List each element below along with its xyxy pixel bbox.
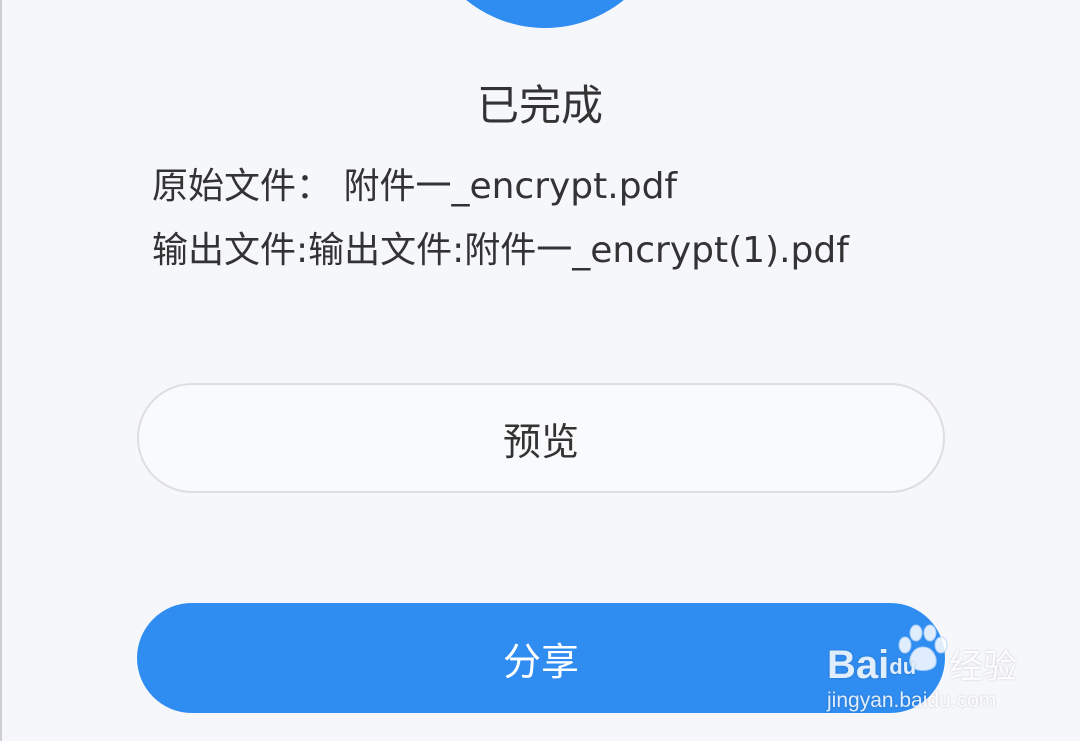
status-circle-icon	[420, 0, 670, 28]
watermark-jingyan: 经验	[949, 647, 1017, 687]
watermark-brand-du: du	[889, 654, 917, 679]
share-button-label: 分享	[502, 639, 579, 684]
page-title: 已完成	[476, 81, 603, 130]
preview-button[interactable]: 预览	[137, 383, 945, 493]
watermark-brand: Baidu	[827, 643, 916, 689]
share-button[interactable]: 分享	[137, 603, 945, 713]
output-file-label: 输出文件:输出文件:附件一_encrypt(1).pdf	[152, 230, 849, 271]
watermark-url: jingyan.baidu.com	[827, 689, 997, 712]
baidu-jingyan-watermark: Baidu 经验 jingyan.baidu.com	[827, 623, 1022, 715]
watermark-brand-bai: Bai	[827, 643, 890, 687]
preview-button-label: 预览	[502, 419, 579, 464]
original-file-label: 原始文件： 附件一_encrypt.pdf	[152, 166, 678, 207]
